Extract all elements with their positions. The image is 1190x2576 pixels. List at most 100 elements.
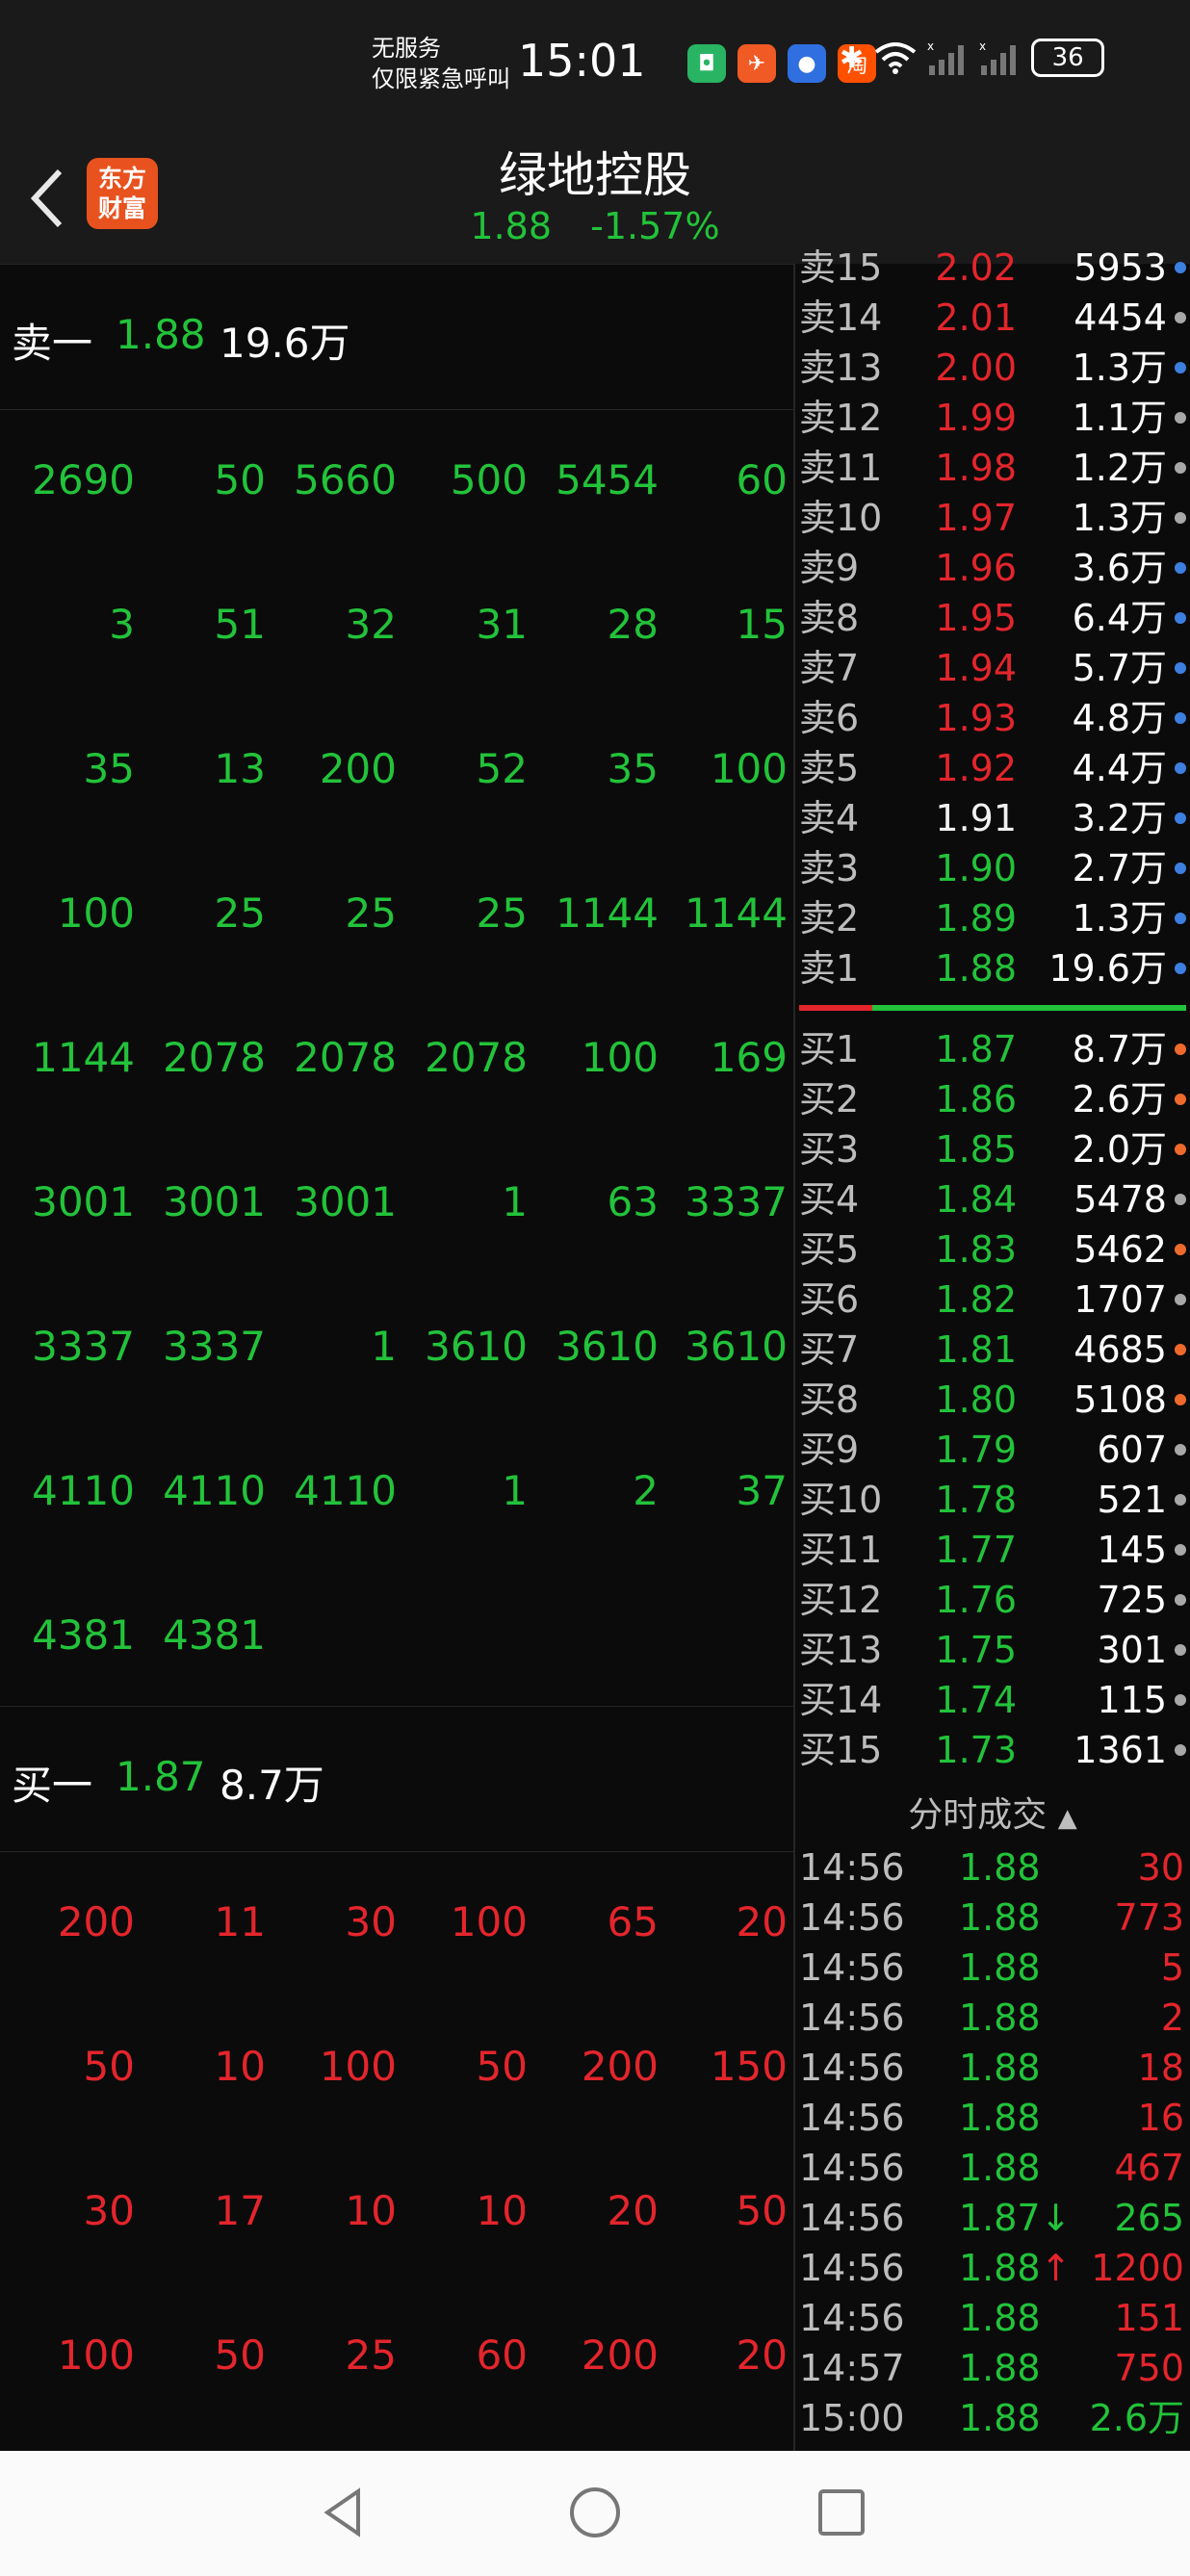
ask-level-row[interactable]: 卖15 2.02 5953 [795,243,1190,293]
level-label: 买11 [799,1529,883,1571]
tick-price: 1.88 [959,2343,1084,2393]
bid-level-row[interactable]: 买2 1.86 2.6万 [795,1074,1190,1124]
level-dot-icon [1175,712,1186,724]
queue-order-volume: 5454 [556,456,659,503]
queue-order-volume: 4110 [163,1467,266,1514]
level-price: 1.76 [935,1579,1017,1621]
ask-level-row[interactable]: 卖5 1.92 4.4万 [795,743,1190,793]
level-volume: 2.6万 [1072,1078,1167,1121]
bid-level-row[interactable]: 买5 1.83 5462 [795,1224,1190,1275]
spread-bar [799,1005,1186,1011]
level-label: 买6 [799,1278,860,1321]
level-dot-icon [1175,1444,1186,1455]
ask-level-row[interactable]: 卖8 1.95 6.4万 [795,593,1190,643]
ask-level-row[interactable]: 卖12 1.99 1.1万 [795,393,1190,443]
queue-order-volume: 3337 [685,1178,788,1225]
bid-level-row[interactable]: 买12 1.76 725 [795,1575,1190,1625]
tick-volume: 18 [1137,2047,1184,2089]
svg-text:x: x [927,40,934,53]
bid-level-row[interactable]: 买8 1.80 5108 [795,1375,1190,1425]
home-circle-icon[interactable] [566,2484,624,2541]
bid-level-row[interactable]: 买6 1.82 1707 [795,1275,1190,1325]
ask-level-row[interactable]: 卖3 1.90 2.7万 [795,843,1190,893]
tick-time: 14:56 [799,1896,905,1939]
bid-level-row[interactable]: 买15 1.73 1361 [795,1725,1190,1775]
ask-level-row[interactable]: 卖6 1.93 4.8万 [795,693,1190,743]
ask-level-row[interactable]: 卖4 1.91 3.2万 [795,793,1190,843]
queue-order-volume: 3610 [556,1323,659,1370]
tick-volume: 467 [1114,2147,1184,2189]
ticks-header[interactable]: 分时成交 ▲ [795,1790,1190,1843]
level-volume: 1361 [1074,1729,1167,1771]
order-book-panel[interactable]: 卖15 2.02 5953 卖14 2.01 4454 卖13 2.00 1.3万 卖12 1.99… [795,246,1190,2451]
ask-level-row[interactable]: 卖11 1.98 1.2万 [795,443,1190,493]
level-label: 卖4 [799,797,860,839]
queue-order-volume: 500 [450,456,528,503]
queue-order-volume: 37 [736,1467,788,1514]
tick-volume: 750 [1114,2347,1184,2389]
tick-price-value: 1.88 [959,2097,1041,2139]
bid-level-row[interactable]: 买3 1.85 2.0万 [795,1124,1190,1174]
tick-row: 15:00 1.88 2.6万 [795,2393,1190,2443]
queue-order-volume: 65 [607,1898,659,1945]
level-volume: 1.3万 [1072,347,1167,389]
bid-level-row[interactable]: 买1 1.87 8.7万 [795,1024,1190,1074]
level-dot-icon [1175,1344,1186,1355]
ask-one-summary: 卖一 1.88 19.6万 [0,264,793,410]
level-label: 卖14 [799,296,883,339]
level-dot-icon [1175,562,1186,574]
queue-row: 100 50 25 60 200 20 [0,2283,793,2428]
queue-order-volume: 3337 [163,1323,266,1370]
ask-level-row[interactable]: 卖14 2.01 4454 [795,293,1190,343]
level-volume: 1707 [1074,1278,1167,1321]
tick-time: 14:56 [799,2247,905,2289]
ask-level-row[interactable]: 卖10 1.97 1.3万 [795,493,1190,543]
tick-row: 14:56 1.88 30 [795,1842,1190,1893]
tick-price: 1.88 [959,2093,1084,2143]
stock-price: 1.88 [470,205,553,247]
ask-level-row[interactable]: 卖13 2.00 1.3万 [795,343,1190,393]
ask-level-row[interactable]: 卖2 1.89 1.3万 [795,893,1190,943]
queue-order-volume: 25 [214,889,266,937]
level-volume: 115 [1097,1679,1167,1721]
queue-order-volume: 200 [581,2043,659,2090]
level-volume: 4.8万 [1072,697,1167,739]
tick-volume: 2.6万 [1089,2397,1184,2439]
queue-row: 30 17 10 10 20 50 [0,2139,793,2283]
bid-level-row[interactable]: 买10 1.78 521 [795,1475,1190,1525]
level-dot-icon [1175,1744,1186,1756]
bid-level-row[interactable]: 买11 1.77 145 [795,1525,1190,1575]
level-price: 1.79 [935,1429,1017,1471]
ask-level-row[interactable]: 卖7 1.94 5.7万 [795,643,1190,693]
level-label: 买1 [799,1028,860,1070]
tick-volume: 2 [1160,1996,1184,2039]
bid-one-summary: 买一 1.87 8.7万 [0,1706,793,1852]
back-triangle-icon[interactable] [316,2484,374,2541]
level-volume: 8.7万 [1072,1028,1167,1070]
ask-level-row[interactable]: 卖1 1.88 19.6万 [795,943,1190,993]
recents-square-icon[interactable] [813,2484,870,2541]
tick-time: 14:56 [799,2047,905,2089]
level-label: 买15 [799,1729,883,1771]
order-queue-panel[interactable]: 卖一 1.88 19.6万 2690 50 5660 500 5454 60 3 51 32 31… [0,264,793,2451]
level-label: 买7 [799,1328,860,1371]
bid-level-row[interactable]: 买4 1.84 5478 [795,1174,1190,1224]
queue-order-volume: 10 [345,2187,397,2234]
level-dot-icon [1175,812,1186,824]
level-dot-icon [1175,1594,1186,1606]
tick-time: 14:56 [799,2097,905,2139]
level-price: 1.98 [935,447,1017,489]
bid-level-row[interactable]: 买13 1.75 301 [795,1625,1190,1675]
level-volume: 2.7万 [1072,847,1167,889]
ask-level-row[interactable]: 卖9 1.96 3.6万 [795,543,1190,593]
queue-order-volume: 1 [371,1323,397,1370]
bid-level-row[interactable]: 买14 1.74 115 [795,1675,1190,1725]
level-label: 卖15 [799,246,883,289]
queue-order-volume: 17 [214,2187,266,2234]
queue-row: 35 13 200 52 35 100 [0,697,793,841]
level-label: 卖3 [799,847,860,889]
level-label: 卖12 [799,397,883,439]
level-price: 1.92 [935,747,1017,789]
bid-level-row[interactable]: 买9 1.79 607 [795,1425,1190,1475]
bid-level-row[interactable]: 买7 1.81 4685 [795,1325,1190,1375]
